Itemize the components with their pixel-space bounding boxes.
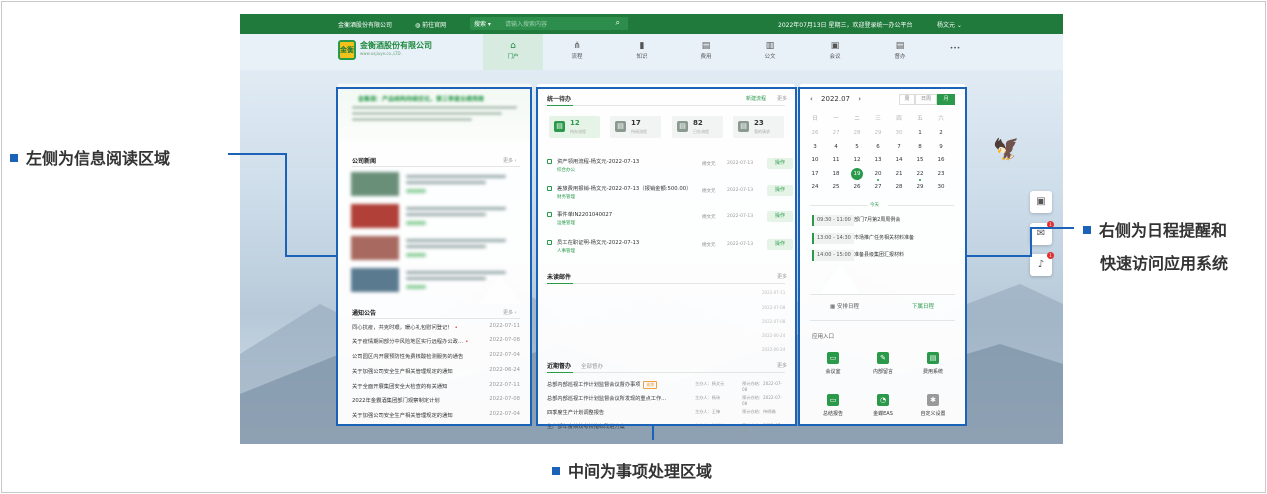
right-annotation-line1: 右侧为日程提醒和 (1083, 217, 1227, 241)
logo-mark: 金衡 (338, 40, 356, 60)
bottom-annotation: 中间为事项处理区域 (552, 458, 712, 482)
brand-name: 金衡酒股份有限公司 (360, 41, 432, 50)
nav-flow[interactable]: ⋔ 流程 (547, 34, 607, 70)
bottom-connector (652, 426, 654, 440)
nav-supervise[interactable]: ▤ 督办 (870, 34, 930, 70)
nav-knowledge[interactable]: ▮ 知识 (612, 34, 672, 70)
search-box[interactable]: 搜索 ▾ 请输入搜索内容 ⌕ (470, 17, 628, 30)
book-icon: ▮ (639, 41, 645, 51)
top-bar: 金衡酒股份有限公司 ◍ 前往官网 搜索 ▾ 请输入搜索内容 ⌕ 2022年07月… (240, 14, 1063, 34)
search-scope-select[interactable]: 搜索 ▾ (474, 19, 491, 28)
middle-region-highlight (536, 87, 797, 426)
nav-document[interactable]: ▥ 公文 (740, 34, 800, 70)
bell-icon[interactable]: ♪ 1 (1030, 252, 1054, 276)
nav-more[interactable]: ••• (925, 34, 985, 70)
brand-logo[interactable]: 金衡 金衡酒股份有限公司 www.xxjiuye.co.,LTD. (338, 40, 432, 60)
supervise-icon: ▤ (895, 41, 905, 51)
nav-portal[interactable]: ⌂ 门户 (483, 34, 543, 70)
left-connector (285, 153, 287, 256)
clipboard-icon[interactable]: ▣ (1030, 191, 1052, 213)
search-icon[interactable]: ⌕ (616, 18, 620, 28)
date-greeting: 2022年07月13日 星期三，欢迎登录统一办公平台 (778, 21, 913, 29)
nav-expense[interactable]: ▤ 费用 (676, 34, 736, 70)
bell-badge: 1 (1047, 252, 1054, 259)
expense-icon: ▤ (701, 41, 711, 51)
eagle-icon: 🦅 (991, 134, 1024, 165)
official-site-link[interactable]: ◍ 前往官网 (415, 20, 446, 29)
left-region-highlight (336, 87, 532, 426)
left-connector (285, 255, 337, 257)
right-region-highlight (798, 87, 967, 426)
flow-icon: ⋔ (573, 41, 581, 51)
right-annotation-line2: 快速访问应用系统 (1100, 254, 1229, 273)
main-nav: 金衡 金衡酒股份有限公司 www.xxjiuye.co.,LTD. ⌂ 门户 ⋔ 流程… (240, 34, 1063, 70)
meeting-icon: ▣ (830, 41, 840, 51)
more-icon: ••• (949, 45, 961, 52)
right-connector (966, 255, 1032, 257)
right-connector (1030, 227, 1032, 256)
home-icon: ⌂ (510, 41, 516, 51)
brand-sub: www.xxjiuye.co.,LTD. (360, 51, 402, 56)
right-connector (1030, 227, 1074, 229)
user-menu[interactable]: 杨文元 ⌄ (937, 20, 962, 29)
document-icon: ▥ (765, 41, 775, 51)
left-annotation: 左侧为信息阅读区域 (10, 145, 170, 169)
company-name: 金衡酒股份有限公司 (338, 21, 393, 29)
nav-meeting[interactable]: ▣ 会议 (805, 34, 865, 70)
search-input[interactable]: 请输入搜索内容 (505, 19, 547, 28)
left-connector (228, 153, 286, 155)
